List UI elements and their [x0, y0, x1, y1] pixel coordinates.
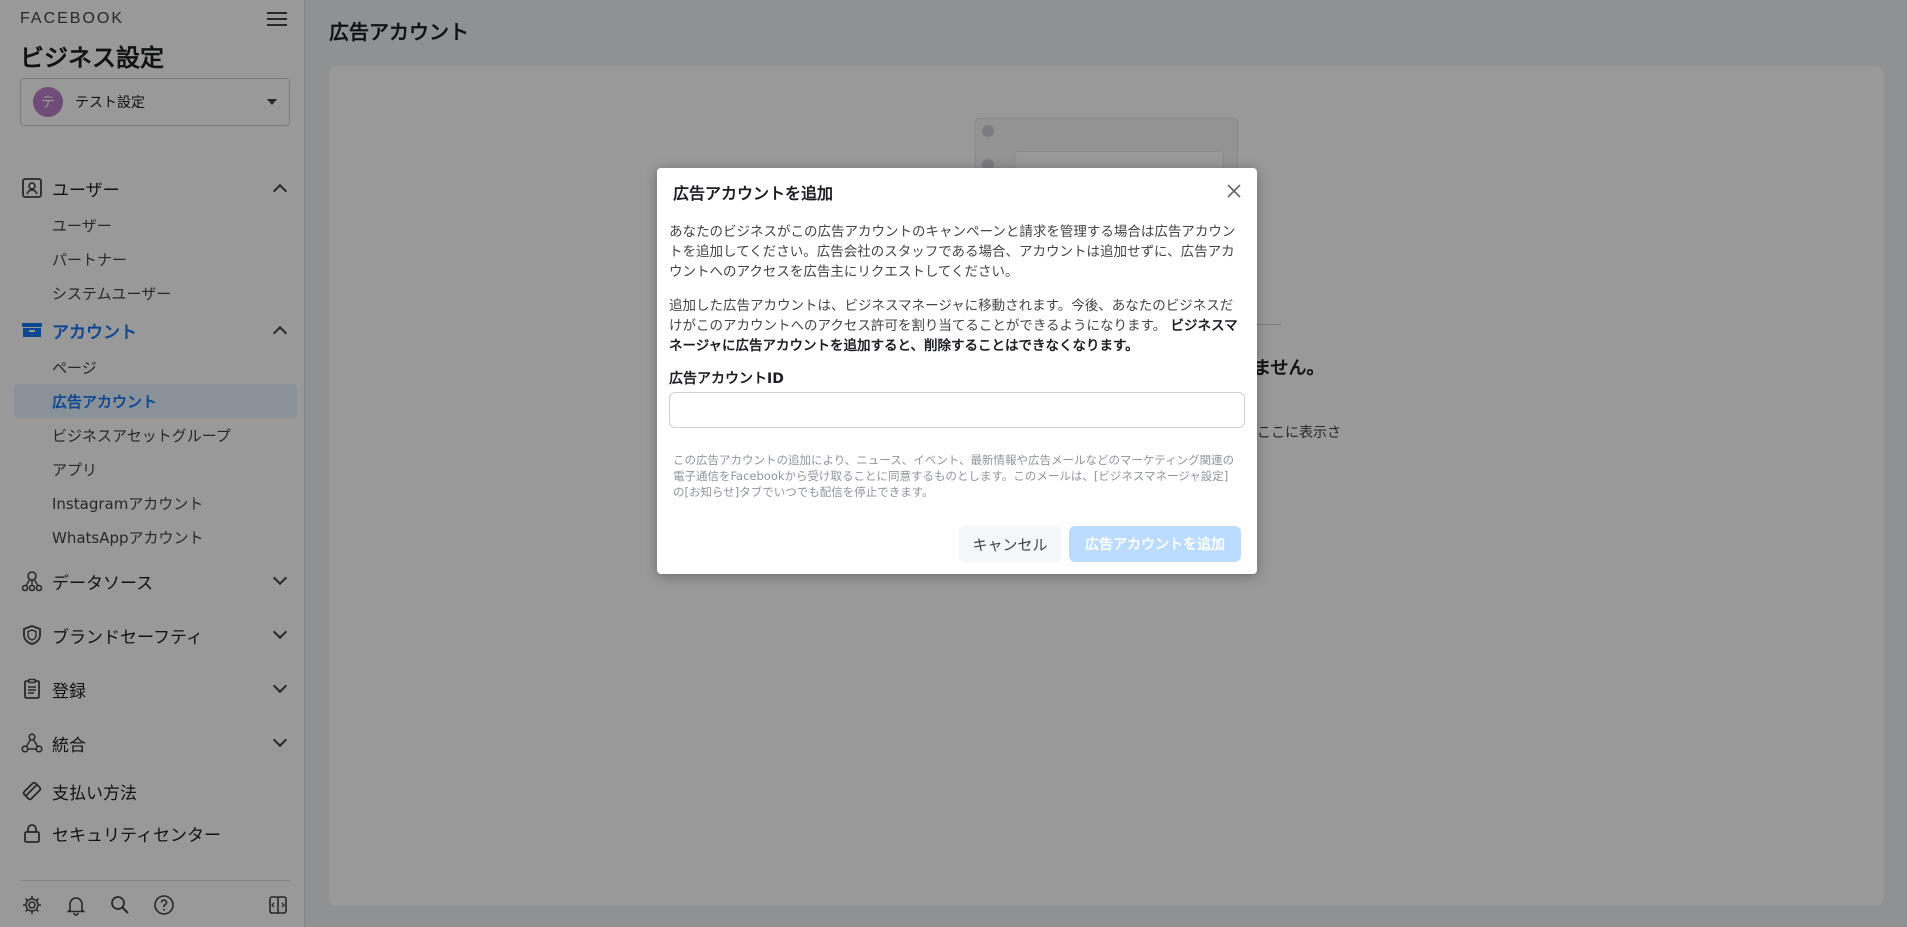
close-icon[interactable] — [1223, 180, 1245, 202]
cancel-button[interactable]: キャンセル — [959, 526, 1061, 562]
ad-account-id-label: 広告アカウントID — [669, 371, 784, 387]
consent-text: この広告アカウントの追加により、ニュース、イベント、最新情報や広告メールなどのマ… — [673, 453, 1235, 499]
ad-account-id-input[interactable] — [669, 392, 1245, 428]
add-ad-account-button[interactable]: 広告アカウントを追加 — [1069, 526, 1241, 562]
dialog-warning-text: 追加した広告アカウントは、ビジネスマネージャに移動されます。今後、あなたのビジネ… — [669, 298, 1234, 334]
dialog-description: あなたのビジネスがこの広告アカウントのキャンペーンと請求を管理する場合は広告アカ… — [669, 224, 1236, 280]
dialog-warning: 追加した広告アカウントは、ビジネスマネージャに移動されます。今後、あなたのビジネ… — [669, 296, 1245, 356]
add-ad-account-dialog: 広告アカウントを追加 あなたのビジネスがこの広告アカウントのキャンペーンと請求を… — [657, 168, 1257, 574]
dialog-title: 広告アカウントを追加 — [673, 184, 834, 203]
